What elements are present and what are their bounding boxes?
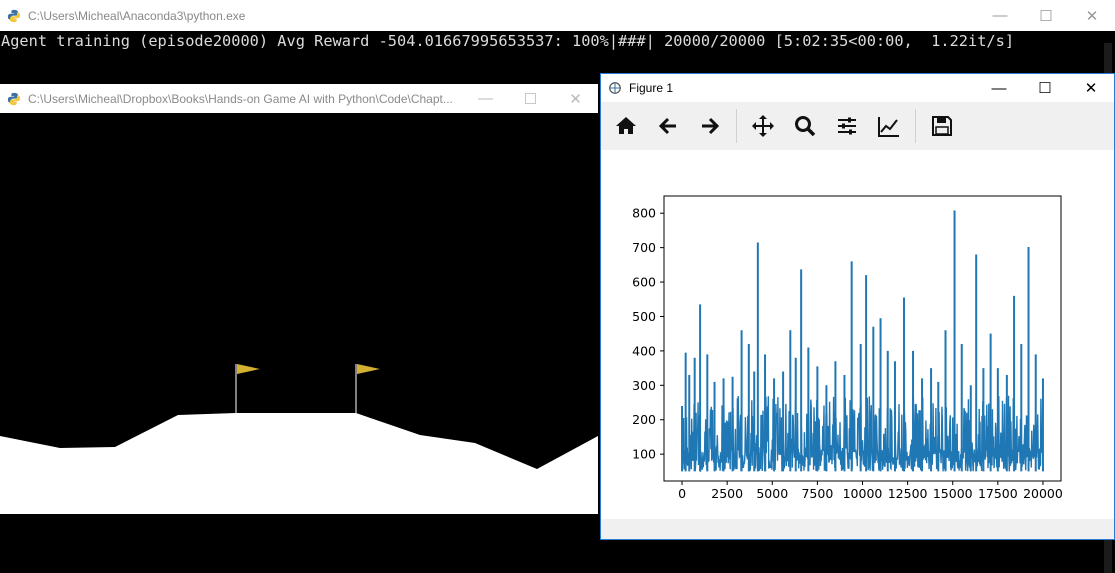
zoom-button[interactable] bbox=[784, 106, 826, 146]
plot-area: 0 2500 5000 7500 10000 12500 15000 17500 20000 1… bbox=[601, 150, 1114, 519]
x-tick-label: 12500 bbox=[888, 486, 928, 501]
training-progress-line: Agent training (episode20000) Avg Reward… bbox=[1, 32, 1015, 50]
edit-axis-button[interactable] bbox=[868, 106, 910, 146]
x-tick-label: 20000 bbox=[1023, 486, 1063, 501]
x-tick-label: 17500 bbox=[978, 486, 1018, 501]
x-tick-label: 10000 bbox=[843, 486, 883, 501]
figure-status-bar bbox=[601, 519, 1114, 539]
figure-titlebar[interactable]: Figure 1 — ☐ ✕ bbox=[601, 74, 1114, 102]
figure-icon bbox=[609, 82, 621, 94]
game-titlebar[interactable]: C:\Users\Micheal\Dropbox\Books\Hands-on … bbox=[0, 84, 598, 113]
x-tick-label: 7500 bbox=[801, 486, 833, 501]
minimize-button[interactable]: — bbox=[976, 74, 1022, 102]
console-title: C:\Users\Micheal\Anaconda3\python.exe bbox=[28, 8, 246, 23]
y-tick-label: 800 bbox=[632, 206, 656, 221]
minimize-button[interactable]: — bbox=[977, 0, 1023, 31]
save-icon bbox=[932, 116, 952, 136]
maximize-button[interactable]: ☐ bbox=[1022, 74, 1068, 102]
home-button[interactable] bbox=[605, 106, 647, 146]
zoom-icon bbox=[795, 116, 816, 137]
save-button[interactable] bbox=[921, 106, 963, 146]
close-button[interactable]: ✕ bbox=[553, 84, 598, 113]
lunar-lander-canvas bbox=[0, 113, 598, 514]
toolbar-separator bbox=[736, 109, 737, 143]
x-tick-label: 2500 bbox=[711, 486, 743, 501]
maximize-button[interactable]: ☐ bbox=[1023, 0, 1069, 31]
figure-title: Figure 1 bbox=[629, 81, 674, 95]
figure-window: Figure 1 — ☐ ✕ 0 2500 5000 7500 10000 12… bbox=[600, 73, 1115, 540]
python-icon bbox=[7, 92, 21, 105]
python-icon bbox=[7, 9, 21, 22]
game-window: C:\Users\Micheal\Dropbox\Books\Hands-on … bbox=[0, 84, 598, 516]
configure-subplots-button[interactable] bbox=[826, 106, 868, 146]
reward-series-band bbox=[681, 395, 1044, 473]
back-icon bbox=[658, 117, 676, 135]
forward-icon bbox=[702, 117, 720, 135]
reward-line-chart: 0 2500 5000 7500 10000 12500 15000 17500 20000 1… bbox=[632, 195, 1063, 501]
x-tick-label: 0 bbox=[678, 486, 686, 501]
minimize-button[interactable]: — bbox=[463, 84, 508, 113]
pan-button[interactable] bbox=[742, 106, 784, 146]
x-tick-label: 5000 bbox=[756, 486, 788, 501]
maximize-button[interactable]: ☐ bbox=[508, 84, 553, 113]
y-tick-label: 100 bbox=[632, 447, 656, 462]
back-button[interactable] bbox=[647, 106, 689, 146]
lunar-lander-scene bbox=[0, 113, 598, 514]
home-icon bbox=[616, 117, 636, 134]
game-title: C:\Users\Micheal\Dropbox\Books\Hands-on … bbox=[28, 91, 453, 106]
forward-button[interactable] bbox=[689, 106, 731, 146]
figure-toolbar bbox=[601, 102, 1114, 150]
y-tick-label: 600 bbox=[632, 275, 656, 290]
toolbar-separator bbox=[915, 109, 916, 143]
console-titlebar[interactable]: C:\Users\Micheal\Anaconda3\python.exe — … bbox=[0, 0, 1115, 31]
y-tick-label: 500 bbox=[632, 309, 656, 324]
y-tick-label: 400 bbox=[632, 343, 656, 358]
close-button[interactable]: ✕ bbox=[1068, 74, 1114, 102]
configure-subplots-icon bbox=[838, 117, 856, 135]
y-tick-label: 300 bbox=[632, 378, 656, 393]
y-tick-label: 200 bbox=[632, 412, 656, 427]
close-button[interactable]: ✕ bbox=[1069, 0, 1115, 31]
y-tick-label: 700 bbox=[632, 240, 656, 255]
x-tick-label: 15000 bbox=[933, 486, 973, 501]
pan-icon bbox=[752, 115, 774, 137]
edit-axis-icon bbox=[878, 117, 899, 137]
